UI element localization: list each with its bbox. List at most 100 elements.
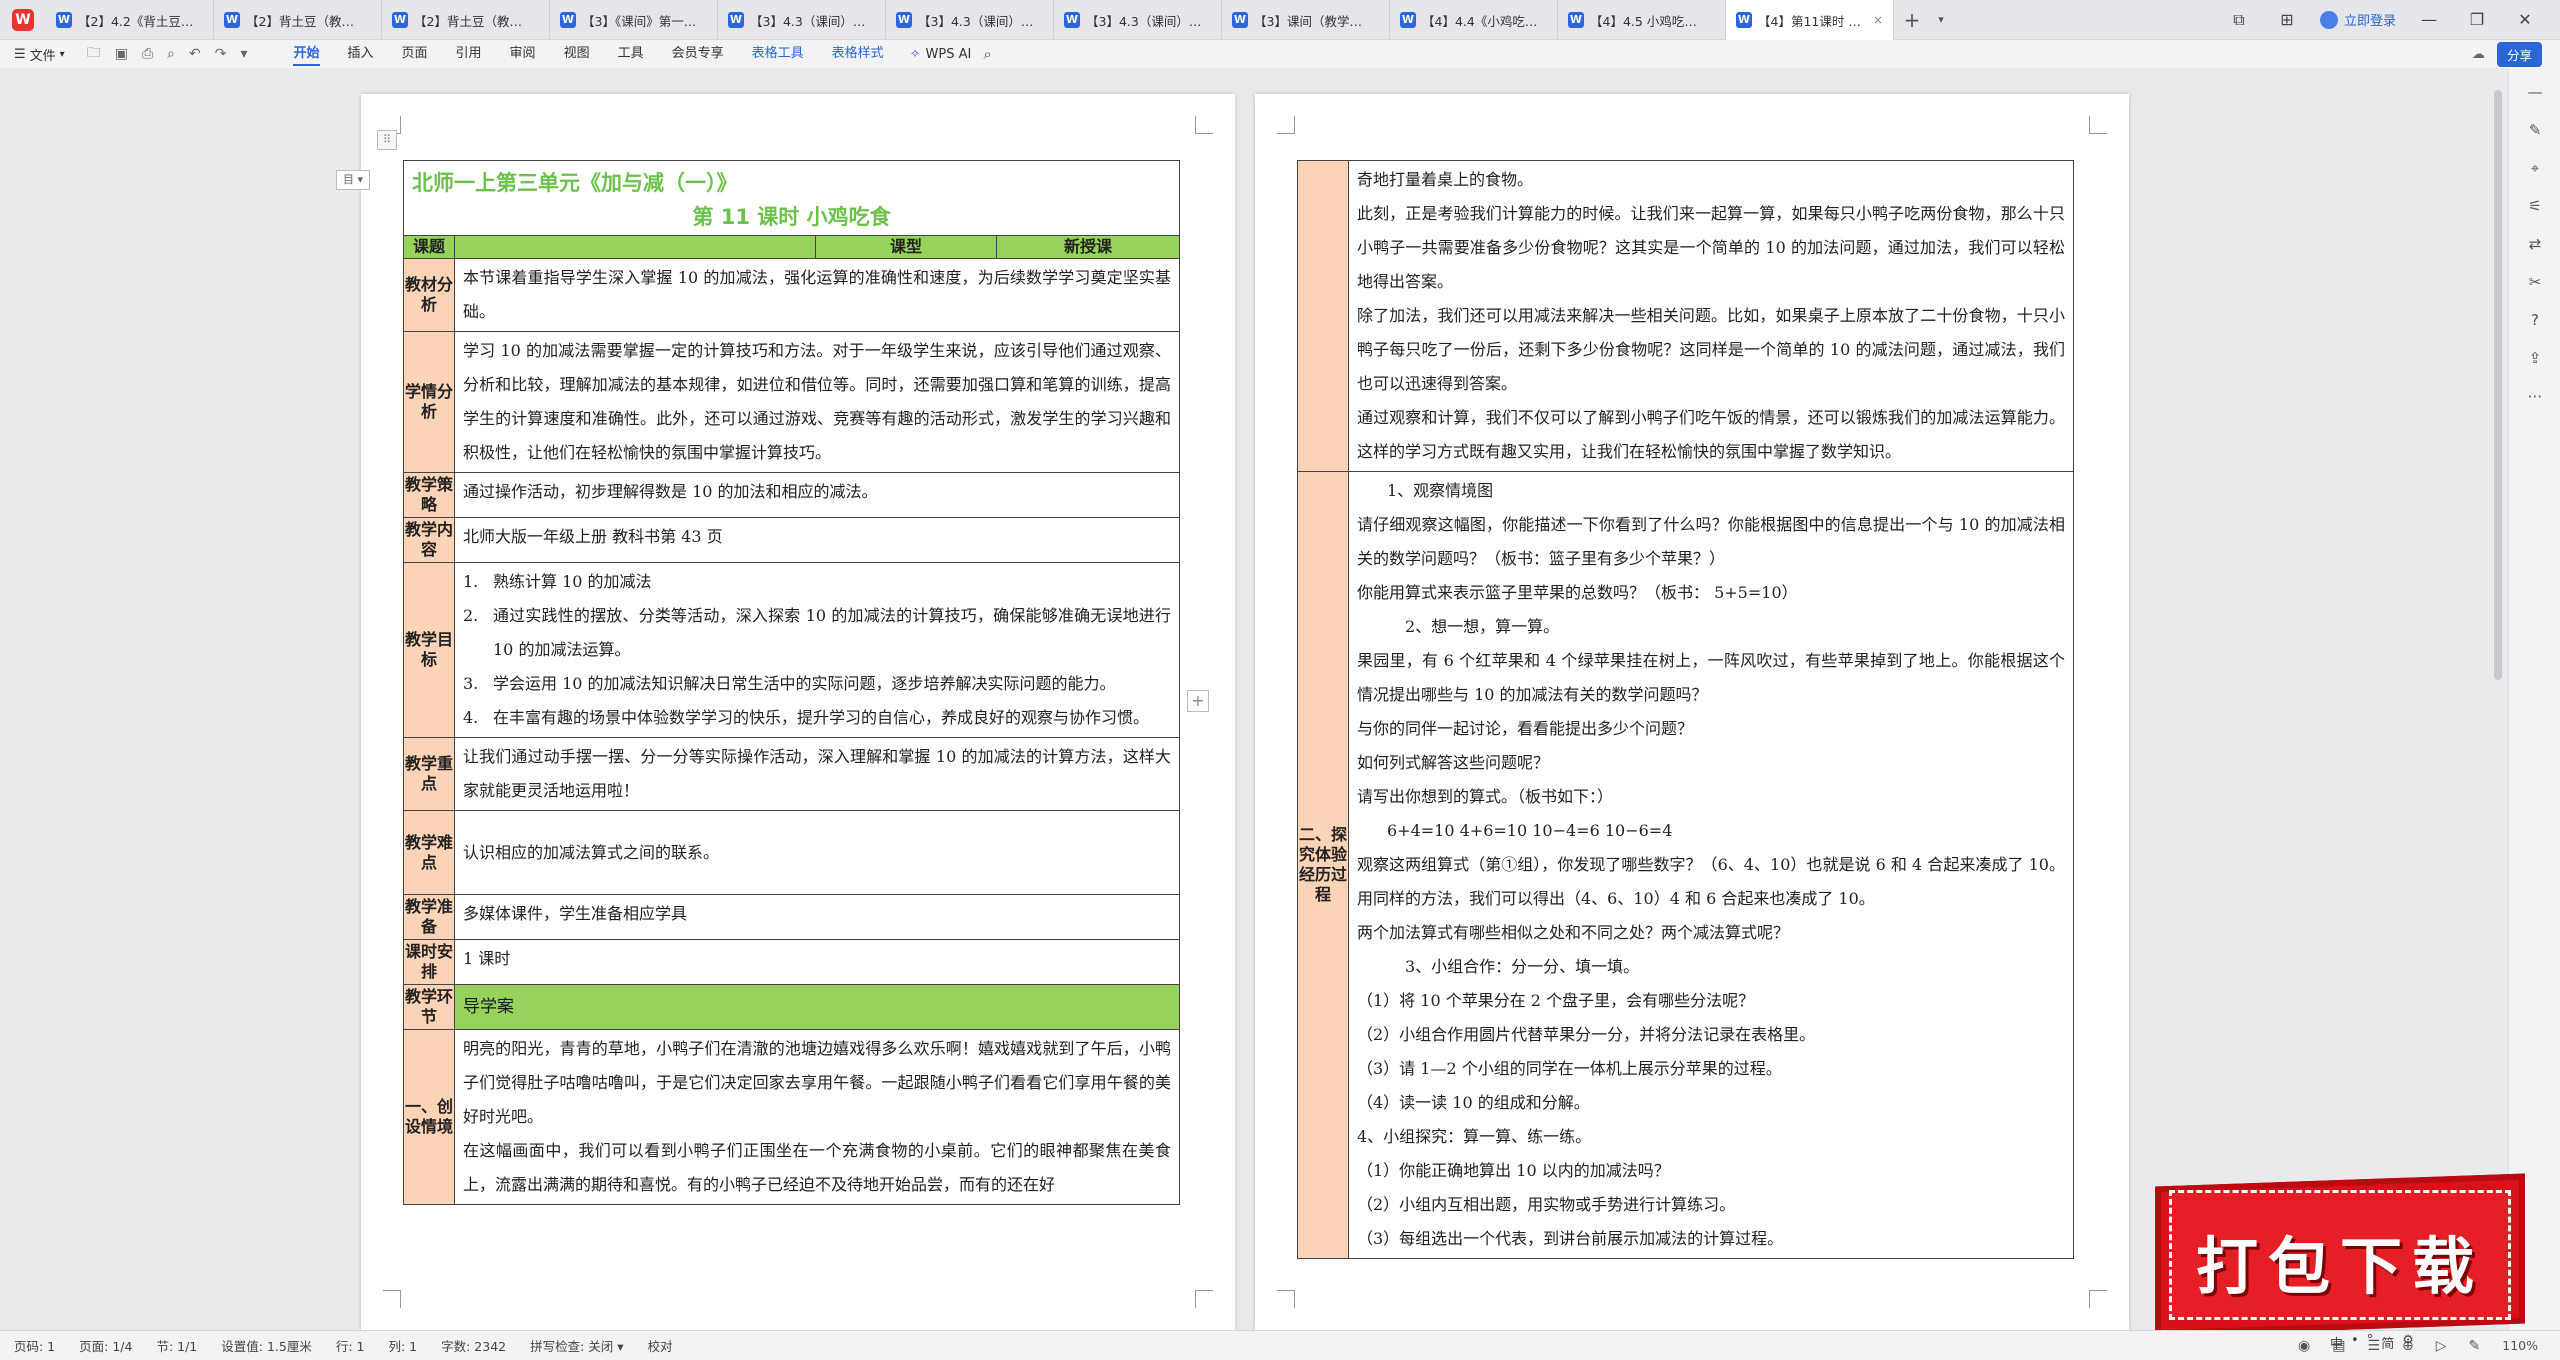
tab-document[interactable]: W 【3】课间（教学设计）-20	[1222, 0, 1390, 40]
part2-content[interactable]: 1、观察情境图 请仔细观察这幅图，你能描述一下你看到了什么吗？你能根据图中的信息提…	[1348, 471, 2074, 1259]
status-item[interactable]: 节: 1/1	[156, 1336, 197, 1355]
ribbon-tab[interactable]: 开始	[279, 40, 333, 68]
login-button[interactable]: 立即登录	[2319, 10, 2396, 29]
tab-document[interactable]: W 【3】《课间》第一课时（教	[550, 0, 718, 40]
share-button[interactable]: 分享	[2496, 41, 2542, 67]
folder-icon[interactable]: 🗀	[87, 42, 101, 66]
status-item[interactable]: 行: 1	[336, 1336, 365, 1355]
tab-document[interactable]: W 【3】4.3（课间）"试一试	[886, 0, 1054, 40]
table-select-handle[interactable]: 目 ▾	[336, 170, 370, 190]
tab-document[interactable]: W 【3】4.3（课间）（教案）	[718, 0, 886, 40]
cloud-sync-icon[interactable]: ☁	[2472, 47, 2485, 62]
row-content[interactable]: 1 课时	[454, 939, 1180, 985]
row-content[interactable]: 北师大版一年级上册 教科书第 43 页	[454, 517, 1180, 563]
pin-icon[interactable]: ⊞	[2272, 10, 2302, 29]
ime-button[interactable]: °	[2367, 1333, 2374, 1352]
search-icon[interactable]: ⌕	[983, 45, 991, 63]
ime-button[interactable]: ⚙	[2402, 1333, 2414, 1352]
document-area[interactable]: 北师一上第三单元《加与减（一）》 第 11 课时 小鸡吃食 课题 课型 新授课 …	[0, 68, 2560, 1330]
ime-button[interactable]: 简	[2381, 1333, 2394, 1352]
print-preview-icon[interactable]: ⌕	[167, 46, 175, 62]
type-value[interactable]: 新授课	[996, 235, 1180, 259]
status-item[interactable]: 页面: 1/4	[79, 1336, 132, 1355]
ribbon-tab[interactable]: 会员专享	[658, 40, 738, 68]
part1-content[interactable]: 明亮的阳光，青青的草地，小鸭子们在清澈的池塘边嬉戏得多么欢乐啊！嬉戏嬉戏就到了午…	[454, 1029, 1180, 1205]
page-corner-mark	[2089, 1290, 2107, 1308]
print-icon[interactable]: ⎙	[142, 46, 153, 62]
translate-icon[interactable]: ⇄	[2525, 234, 2545, 254]
row-content[interactable]: 学习 10 的加减法需要掌握一定的计算技巧和方法。对于一年级学生来说，应该引导他…	[454, 331, 1180, 473]
status-item[interactable]: 校对	[648, 1336, 673, 1355]
unit-title: 北师一上第三单元《加与减（一）》	[412, 171, 738, 195]
help-icon[interactable]: ?	[2525, 310, 2545, 330]
select-icon[interactable]: ⌖	[2525, 158, 2545, 178]
play-icon[interactable]: ▷	[2436, 1338, 2447, 1354]
ribbon-tab[interactable]: 审阅	[496, 40, 550, 68]
status-item[interactable]: 拼写检查: 关闭 ▾	[530, 1336, 623, 1355]
tab-document[interactable]: W 【2】背土豆（教学反思）-2	[382, 0, 550, 40]
eye-icon[interactable]: ◉	[2298, 1338, 2310, 1354]
tab-document[interactable]: W 【4】4.4《小鸡吃食》（教	[1390, 0, 1558, 40]
ime-toolbar[interactable]: 中 • ° 简 ⚙	[2330, 1333, 2414, 1352]
status-item[interactable]: 页码: 1	[14, 1336, 55, 1355]
topic-value-cell[interactable]	[454, 235, 816, 259]
part1-continued-content[interactable]: 奇地打量着桌上的食物。 此刻，正是考验我们计算能力的时候。让我们来一起算一算，如果…	[1348, 160, 2074, 472]
window-layout-icon[interactable]: ⧉	[2224, 10, 2254, 30]
restore-button[interactable]: ❐	[2462, 10, 2492, 29]
wps-ai-button[interactable]: ✧ WPS AI	[898, 47, 984, 62]
more-options-icon[interactable]: ⋯	[2525, 386, 2545, 406]
row-content[interactable]: 认识相应的加减法算式之间的联系。	[454, 810, 1180, 895]
tab-document[interactable]: W 【2】4.2《背土豆》教学设计	[46, 0, 214, 40]
ribbon-tab[interactable]: 页面	[388, 40, 442, 68]
ribbon-tab[interactable]: 视图	[550, 40, 604, 68]
adjust-icon[interactable]: ⚟	[2525, 196, 2545, 216]
save-icon[interactable]: ▣	[115, 46, 128, 62]
table-tool-tab[interactable]: 表格样式	[818, 40, 898, 68]
row-content[interactable]: 让我们通过动手摆一摆、分一分等实际操作活动，深入理解和掌握 10 的加减法的计算…	[454, 737, 1180, 811]
edit-icon[interactable]: ✎	[2469, 1338, 2481, 1354]
lesson-table-page-2[interactable]: 奇地打量着桌上的食物。 此刻，正是考验我们计算能力的时候。让我们来一起算一算，如果…	[1297, 160, 2074, 1259]
ribbon-tab[interactable]: 插入	[334, 40, 388, 68]
status-item[interactable]: 字数: 2342	[441, 1336, 506, 1355]
page-2[interactable]: 奇地打量着桌上的食物。 此刻，正是考验我们计算能力的时候。让我们来一起算一算，如果…	[1255, 94, 2129, 1330]
add-column-button[interactable]: +	[1187, 690, 1209, 712]
paragraph-handle-icon[interactable]: ⠿	[377, 130, 397, 150]
status-item[interactable]: 设置值: 1.5厘米	[221, 1336, 312, 1355]
zoom-level[interactable]: 110%	[2502, 1338, 2538, 1353]
app-menu[interactable]: W	[0, 0, 46, 39]
undo-icon[interactable]: ↶	[189, 46, 201, 62]
tab-document[interactable]: W 【4】4.5 小鸡吃食（教案）	[1558, 0, 1726, 40]
tab-document[interactable]: W 【2】背土豆（教案）-2024	[214, 0, 382, 40]
row-content[interactable]: 通过操作活动，初步理解得数是 10 的加法和相应的减法。	[454, 472, 1180, 518]
page-1[interactable]: 北师一上第三单元《加与减（一）》 第 11 课时 小鸡吃食 课题 课型 新授课 …	[361, 94, 1235, 1330]
ribbon-tab[interactable]: 引用	[442, 40, 496, 68]
tab-list-dropdown-icon[interactable]: ▾	[1930, 0, 1952, 39]
download-promo-banner[interactable]: 打包下载	[2155, 1173, 2525, 1337]
status-item[interactable]: 列: 1	[388, 1336, 417, 1355]
more-icon[interactable]: ▾	[240, 46, 247, 62]
ime-button[interactable]: 中	[2330, 1333, 2343, 1352]
redo-icon[interactable]: ↷	[215, 46, 227, 62]
minimize-button[interactable]: —	[2414, 10, 2444, 29]
file-menu[interactable]: ☰ 文件 ▾	[14, 45, 65, 64]
new-tab-button[interactable]: +	[1894, 0, 1930, 39]
goals-content[interactable]: 1. 熟练计算 10 的加减法 2. 通过实践性的摆放、分类等活动，深入探索 10 的…	[454, 562, 1180, 738]
title-cell[interactable]: 北师一上第三单元《加与减（一）》 第 11 课时 小鸡吃食	[403, 160, 1180, 236]
table-tool-tab[interactable]: 表格工具	[738, 40, 818, 68]
row-content[interactable]: 多媒体课件，学生准备相应学具	[454, 894, 1180, 940]
tab-document[interactable]: W 【3】4.3（课间）第二课时	[1054, 0, 1222, 40]
close-tab-icon[interactable]: ×	[1873, 13, 1883, 27]
pen-icon[interactable]: ✎	[2525, 120, 2545, 140]
section-value[interactable]: 导学案	[454, 984, 1180, 1030]
tab-document[interactable]: W 【4】第11课时 小鸡 ×	[1726, 0, 1894, 40]
minus-icon[interactable]: —	[2525, 82, 2545, 102]
close-window-button[interactable]: ✕	[2510, 10, 2540, 29]
row-content[interactable]: 本节课着重指导学生深入掌握 10 的加减法，强化运算的准确性和速度，为后续数学学…	[454, 258, 1180, 332]
share-doc-icon[interactable]: ⇪	[2525, 348, 2545, 368]
vertical-scrollbar[interactable]	[2494, 90, 2502, 680]
ribbon-tab[interactable]: 工具	[604, 40, 658, 68]
ime-button[interactable]: •	[2351, 1333, 2359, 1352]
row-label: 学情分析	[403, 331, 455, 473]
tools-icon[interactable]: ✂	[2525, 272, 2545, 292]
lesson-table-page-1[interactable]: 北师一上第三单元《加与减（一）》 第 11 课时 小鸡吃食 课题 课型 新授课 …	[403, 160, 1180, 1205]
